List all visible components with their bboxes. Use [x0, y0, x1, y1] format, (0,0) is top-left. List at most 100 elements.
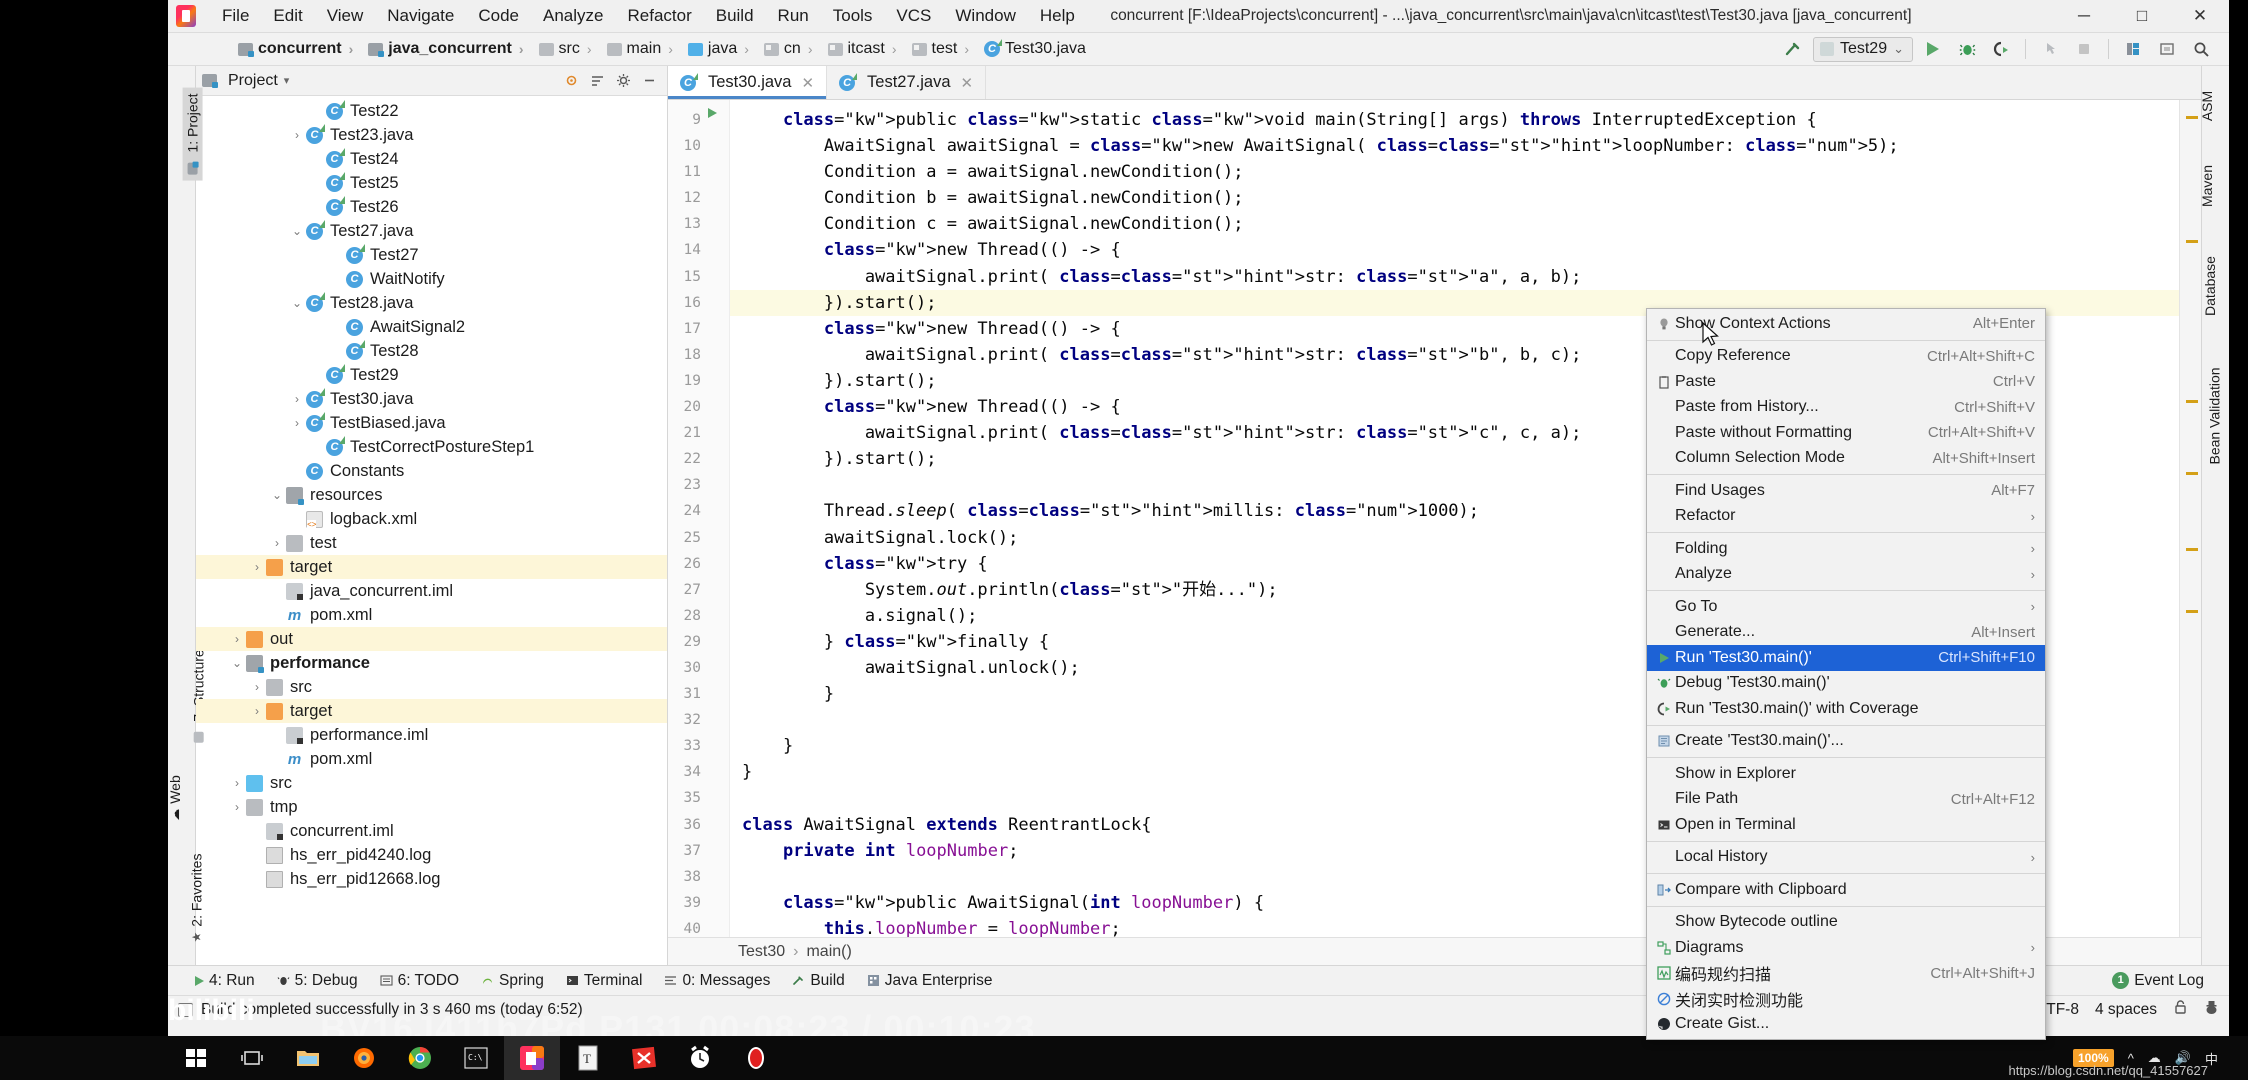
xmind-icon[interactable] — [616, 1036, 672, 1080]
code-line[interactable]: Condition c = awaitSignal.newCondition()… — [730, 211, 2179, 237]
stop-button[interactable] — [2070, 36, 2098, 62]
menu-navigate[interactable]: Navigate — [375, 3, 466, 29]
menu-analyze[interactable]: Analyze — [531, 3, 615, 29]
menu-item-refactor[interactable]: Refactor › — [1647, 504, 2045, 530]
tree-node-logback-xml[interactable]: logback.xml — [196, 507, 667, 531]
menu-bar[interactable]: File Edit View Navigate Code Analyze Ref… — [210, 3, 1087, 29]
menu-code[interactable]: Code — [466, 3, 531, 29]
menu-item-file-path[interactable]: File Path Ctrl+Alt+F12 — [1647, 787, 2045, 813]
windows-start-icon[interactable] — [168, 1036, 224, 1080]
line-number[interactable]: 39 — [668, 890, 729, 916]
bottom-tab-messages[interactable]: 0: Messages — [653, 970, 781, 992]
code-line[interactable]: AwaitSignal awaitSignal = class="kw">new… — [730, 133, 2179, 159]
search-everywhere-icon[interactable] — [2187, 36, 2215, 62]
tree-node-waitnotify[interactable]: C WaitNotify — [196, 267, 667, 291]
tree-expand-arrow[interactable]: ⌄ — [288, 296, 306, 310]
menu-item-show-bytecode-outline[interactable]: Show Bytecode outline — [1647, 910, 2045, 936]
bottom-tab-java-enterprise[interactable]: Java Enterprise — [856, 970, 1004, 992]
run-button[interactable] — [1919, 36, 1947, 62]
menu-item-debug-test30-main[interactable]: Debug 'Test30.main()' — [1647, 671, 2045, 697]
menu-item-local-history[interactable]: Local History › — [1647, 845, 2045, 871]
tree-expand-arrow[interactable]: › — [288, 416, 306, 430]
line-number-gutter[interactable]: 9 10 11 12 13 14 15 16 17 18 19 20 21 22 23 24 25 26 27 28 2… — [668, 100, 730, 937]
tree-node-java-concurrent-iml[interactable]: java_concurrent.iml — [196, 579, 667, 603]
line-number[interactable]: 9 — [668, 107, 729, 133]
gutter-run-icon[interactable] — [708, 108, 717, 118]
menu-item-copy-reference[interactable]: Copy Reference Ctrl+Alt+Shift+C — [1647, 344, 2045, 370]
debug-button[interactable] — [1953, 36, 1981, 62]
indent-label[interactable]: 4 spaces — [2095, 1001, 2157, 1019]
error-marker-strip[interactable] — [2179, 100, 2201, 937]
bottom-tab-todo[interactable]: 6: TODO — [369, 970, 470, 992]
tree-node-src[interactable]: › src — [196, 675, 667, 699]
gear-icon[interactable] — [611, 70, 635, 92]
breadcrumb-class[interactable]: Test30 — [738, 943, 785, 961]
editor-context-menu[interactable]: Show Context Actions Alt+Enter Copy Refere… — [1646, 308, 2046, 1040]
tree-node-hs-err-pid12668-log[interactable]: hs_err_pid12668.log — [196, 867, 667, 891]
line-number[interactable]: 28 — [668, 603, 729, 629]
hide-panel-icon[interactable] — [637, 70, 661, 92]
breadcrumb-item-itcast[interactable]: itcast › — [824, 38, 908, 60]
inspector-icon[interactable] — [2204, 999, 2219, 1020]
tree-node-performance[interactable]: ⌄ performance — [196, 651, 667, 675]
breadcrumb-item-test30[interactable]: C Test30.java — [980, 38, 1090, 60]
menu-build[interactable]: Build — [704, 3, 766, 29]
bottom-tab-build[interactable]: Build — [781, 970, 855, 992]
tree-node-tmp[interactable]: › tmp — [196, 795, 667, 819]
line-number[interactable]: 38 — [668, 864, 729, 890]
tree-node-test27[interactable]: C Test27 — [196, 243, 667, 267]
line-number[interactable]: 23 — [668, 472, 729, 498]
tree-node-concurrent-iml[interactable]: concurrent.iml — [196, 819, 667, 843]
close-icon[interactable]: ✕ — [801, 74, 814, 92]
line-number[interactable]: 12 — [668, 185, 729, 211]
code-line[interactable]: class="kw">new Thread(() -> { — [730, 237, 2179, 263]
menu-item-analyze[interactable]: Analyze › — [1647, 562, 2045, 588]
intellij-icon[interactable] — [504, 1036, 560, 1080]
firefox-icon[interactable] — [336, 1036, 392, 1080]
line-number[interactable]: 31 — [668, 681, 729, 707]
line-number[interactable]: 37 — [668, 838, 729, 864]
run-with-coverage-button[interactable] — [1987, 36, 2015, 62]
tree-node-test[interactable]: › test — [196, 531, 667, 555]
project-title[interactable]: Project ▾ — [202, 72, 289, 90]
tree-expand-arrow[interactable]: › — [248, 704, 266, 718]
menu-help[interactable]: Help — [1028, 3, 1087, 29]
tree-node-test27-java[interactable]: ⌄ C Test27.java — [196, 219, 667, 243]
menu-item-show-in-explorer[interactable]: Show in Explorer — [1647, 761, 2045, 787]
line-number[interactable]: 34 — [668, 759, 729, 785]
line-number[interactable]: 11 — [668, 159, 729, 185]
warning-marker[interactable] — [2186, 472, 2198, 475]
menu-item-关闭实时检测功能[interactable]: 关闭实时检测功能 — [1647, 986, 2045, 1012]
menu-item-run-test30-main-with-coverage[interactable]: Run 'Test30.main()' with Coverage — [1647, 696, 2045, 722]
menu-tools[interactable]: Tools — [821, 3, 885, 29]
tree-node-test22[interactable]: C Test22 — [196, 99, 667, 123]
event-log-button[interactable]: 1 Event Log — [2101, 970, 2215, 992]
breadcrumb-item-test[interactable]: test › — [908, 38, 980, 60]
tree-node-hs-err-pid4240-log[interactable]: hs_err_pid4240.log — [196, 843, 667, 867]
line-number[interactable]: 16 — [668, 290, 729, 316]
tree-expand-arrow[interactable]: ⌄ — [228, 656, 246, 670]
close-icon[interactable]: ✕ — [961, 74, 974, 92]
record-icon[interactable] — [728, 1036, 784, 1080]
line-number[interactable]: 26 — [668, 551, 729, 577]
line-number[interactable]: 36 — [668, 812, 729, 838]
tree-node-test28-java[interactable]: ⌄ C Test28.java — [196, 291, 667, 315]
run-configuration-selector[interactable]: Test29 ⌄ — [1812, 36, 1913, 62]
menu-item-编码规约扫描[interactable]: 编码规约扫描 Ctrl+Alt+Shift+J — [1647, 961, 2045, 987]
breadcrumb-item-cn[interactable]: cn › — [760, 38, 824, 60]
project-tree[interactable]: C Test22 › C Test23.java C Test24 C Test25 C Test2… — [196, 96, 667, 965]
tree-expand-arrow[interactable]: ⌄ — [268, 488, 286, 502]
menu-item-paste-without-formatting[interactable]: Paste without Formatting Ctrl+Alt+Shift+V — [1647, 420, 2045, 446]
sdk-settings-icon[interactable] — [2153, 36, 2181, 62]
tree-node-resources[interactable]: ⌄ resources — [196, 483, 667, 507]
tab-test30-java[interactable]: C Test30.java ✕ — [668, 66, 828, 99]
menu-edit[interactable]: Edit — [261, 3, 314, 29]
tree-node-target[interactable]: › target — [196, 555, 667, 579]
lock-icon[interactable] — [2173, 999, 2188, 1020]
line-number[interactable]: 30 — [668, 655, 729, 681]
menu-item-create-gist[interactable]: Create Gist... — [1647, 1012, 2045, 1038]
menu-item-paste-from-history[interactable]: Paste from History... Ctrl+Shift+V — [1647, 395, 2045, 421]
line-number[interactable]: 35 — [668, 785, 729, 811]
bottom-tab-spring[interactable]: Spring — [470, 970, 555, 992]
expand-collapse-icon[interactable] — [585, 70, 609, 92]
